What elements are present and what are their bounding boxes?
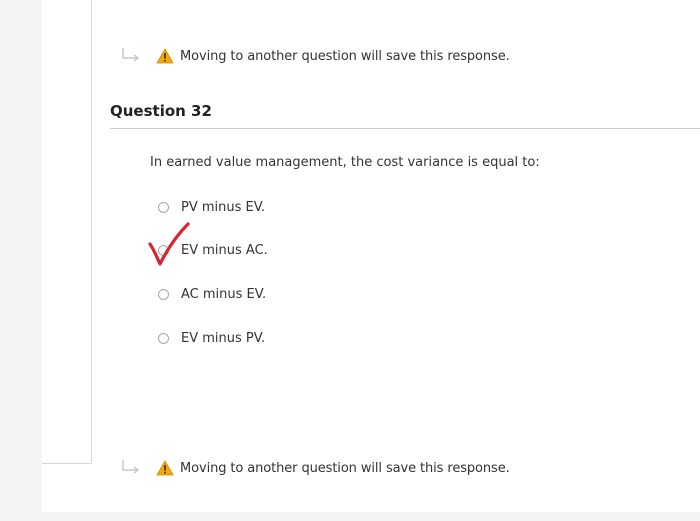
warning-icon xyxy=(156,460,174,476)
option-label: EV minus AC. xyxy=(181,242,268,258)
bottom-strip xyxy=(0,512,700,521)
save-notice-top: Moving to another question will save thi… xyxy=(120,44,510,68)
return-arrow-icon xyxy=(122,48,140,62)
tree-connector-line xyxy=(91,0,92,462)
answer-option[interactable]: AC minus EV. xyxy=(158,284,266,304)
radio-button[interactable] xyxy=(158,244,169,256)
save-notice-text: Moving to another question will save thi… xyxy=(180,460,510,476)
answer-option[interactable]: EV minus AC. xyxy=(158,240,268,260)
warning-icon xyxy=(156,48,174,64)
option-label: PV minus EV. xyxy=(181,199,266,215)
answer-option[interactable]: PV minus EV. xyxy=(158,197,265,217)
radio-button[interactable] xyxy=(158,288,169,300)
question-header: Question 32 xyxy=(110,100,700,129)
answer-option[interactable]: EV minus PV. xyxy=(158,328,265,348)
return-arrow-icon xyxy=(122,460,140,474)
radio-button[interactable] xyxy=(158,201,169,213)
question-page xyxy=(42,0,700,512)
save-notice-text: Moving to another question will save thi… xyxy=(180,48,510,64)
radio-button[interactable] xyxy=(158,332,169,344)
tree-connector-stub xyxy=(42,463,92,464)
left-gutter xyxy=(0,0,42,521)
option-label: AC minus EV. xyxy=(181,286,267,302)
question-text: In earned value management, the cost var… xyxy=(150,155,540,170)
question-title: Question 32 xyxy=(110,102,212,120)
save-notice-bottom: Moving to another question will save thi… xyxy=(120,456,510,480)
option-label: EV minus PV. xyxy=(181,330,266,346)
